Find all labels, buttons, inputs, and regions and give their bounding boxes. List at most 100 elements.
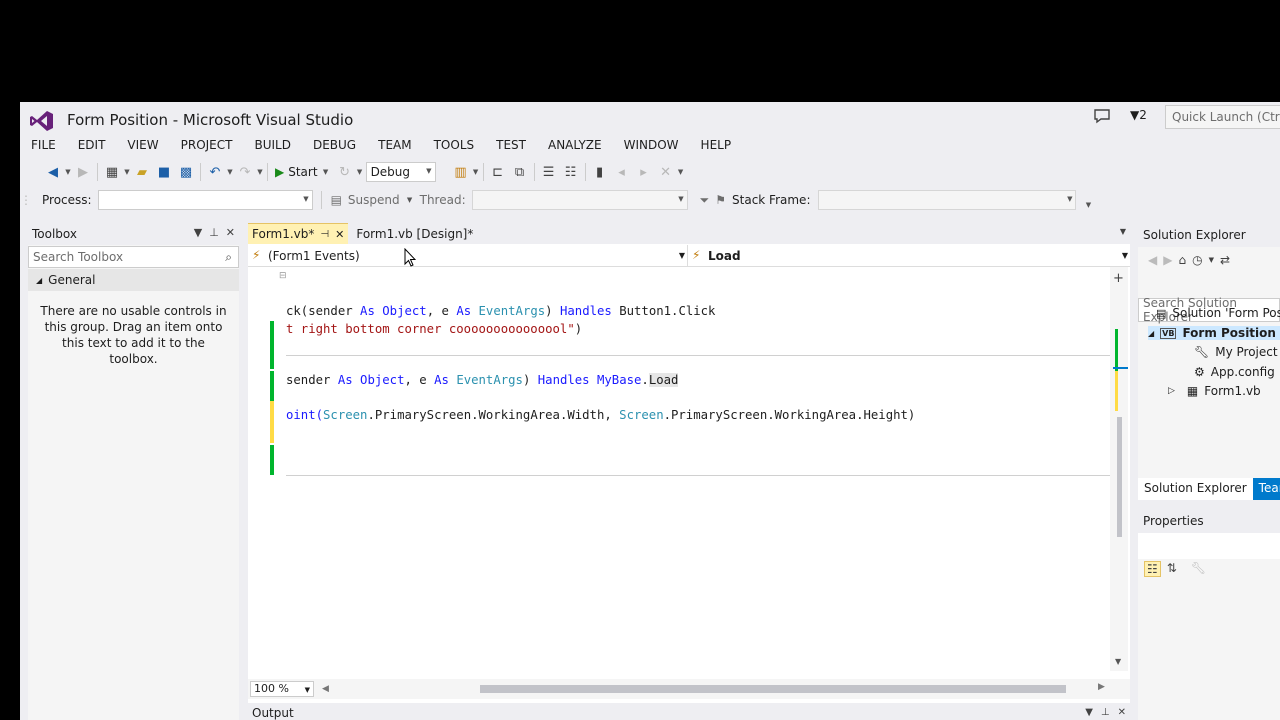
close-icon[interactable]: ✕ [335, 228, 344, 241]
stack-frame-label: Stack Frame: [732, 193, 811, 207]
refresh-icon[interactable]: ↻ [334, 161, 356, 183]
menu-build[interactable]: BUILD [243, 136, 301, 156]
clear-bookmarks-icon[interactable]: ✕ [655, 161, 677, 183]
menu-tools[interactable]: TOOLS [423, 136, 486, 156]
tab-team-explorer[interactable]: Team Explorer [1252, 478, 1280, 500]
unsaved-change-marker [270, 401, 274, 443]
toolbar-options-icon[interactable]: ▼ [1084, 201, 1092, 209]
next-bookmark-icon[interactable]: ▸ [633, 161, 655, 183]
scroll-left-icon[interactable]: ◀ [322, 684, 329, 694]
pin-icon[interactable]: ⊣ [320, 229, 329, 240]
notifications-icon[interactable] [1093, 108, 1111, 124]
flag-threads-icon[interactable]: ⚑ [715, 193, 726, 207]
feedback-filter[interactable]: ▼2 [1130, 108, 1147, 122]
scroll-thumb[interactable] [1117, 417, 1122, 537]
menu-edit[interactable]: EDIT [67, 136, 117, 156]
stack-frame-select[interactable]: ▼ [818, 190, 1077, 210]
pin-icon[interactable]: ⊥ [209, 226, 219, 239]
tab-form1-design[interactable]: Form1.vb [Design]* [348, 223, 477, 244]
members-dropdown[interactable]: ⚡ Load ▼ [688, 245, 1130, 267]
scroll-right-icon[interactable]: ▶ [1098, 682, 1105, 692]
find-in-files-icon[interactable]: ▥ [450, 161, 472, 183]
sync-icon[interactable]: ⇄ [1220, 253, 1230, 267]
close-icon[interactable]: ✕ [226, 226, 235, 239]
categorized-icon[interactable]: ☷ [1144, 561, 1161, 577]
window-position-icon[interactable]: ▼ [1085, 707, 1093, 718]
thread-select[interactable]: ▼ [471, 190, 688, 210]
tree-item-form1[interactable]: ▷ ▦ Form1.vb [1168, 384, 1261, 398]
chevron-down-icon[interactable]: ▼ [123, 168, 131, 176]
tab-form1-vb[interactable]: Form1.vb* ⊣ ✕ [248, 223, 349, 244]
properties-object-select[interactable] [1138, 533, 1280, 559]
process-select[interactable]: ▼ [97, 190, 313, 210]
open-file-icon[interactable]: ▰ [131, 161, 153, 183]
suspend-label[interactable]: Suspend [348, 193, 400, 207]
editor-vertical-scrollbar[interactable]: + ▼ [1110, 267, 1128, 671]
new-project-icon[interactable]: ▦ [101, 161, 123, 183]
menu-help[interactable]: HELP [690, 136, 743, 156]
quick-launch-input[interactable]: Quick Launch (Ctrl+Q) [1165, 105, 1280, 129]
property-pages-icon[interactable]: 🔧︎ [1191, 561, 1206, 577]
toolbox-search-input[interactable]: Search Toolbox ⌕ [28, 246, 239, 268]
tab-list-dropdown-icon[interactable]: ▼ [1120, 227, 1126, 236]
pending-changes-filter-icon[interactable]: ◷ [1192, 253, 1202, 267]
toolbox-group-general[interactable]: ◢ General [28, 269, 239, 291]
solution-config-select[interactable]: Debug ▼ [365, 162, 436, 182]
comment-icon[interactable]: ⧉ [509, 161, 531, 183]
navigate-back-icon[interactable]: ◀ [42, 161, 64, 183]
back-icon[interactable]: ◀ [1148, 253, 1157, 267]
menu-test[interactable]: TEST [485, 136, 537, 156]
bookmark-icon[interactable]: ▮ [589, 161, 611, 183]
menu-project[interactable]: PROJECT [170, 136, 244, 156]
zoom-select[interactable]: 100 % ▼ [250, 681, 314, 697]
split-window-icon[interactable]: + [1113, 271, 1124, 286]
home-icon[interactable]: ⌂ [1178, 253, 1186, 267]
menu-window[interactable]: WINDOW [613, 136, 690, 156]
horizontal-scroll-thumb[interactable] [480, 685, 1066, 693]
types-dropdown[interactable]: ⚡ (Form1 Events) ▼ [248, 245, 688, 267]
search-icon[interactable]: ⌕ [225, 250, 232, 265]
pin-icon[interactable]: ⊥ [1101, 707, 1110, 718]
save-all-icon[interactable]: ▩ [175, 161, 197, 183]
chevron-down-icon[interactable]: ▼ [1209, 256, 1214, 264]
previous-bookmark-icon[interactable]: ◂ [611, 161, 633, 183]
tab-solution-explorer[interactable]: Solution Explorer [1138, 478, 1253, 500]
tree-item-my-project[interactable]: 🔧︎ My Project [1194, 345, 1278, 359]
filter-threads-icon[interactable]: ⏷ [700, 193, 710, 208]
outdent-icon[interactable]: ☷ [560, 161, 582, 183]
start-button[interactable]: ▶ Start ▼ [271, 165, 334, 179]
undo-icon[interactable]: ↶ [204, 161, 226, 183]
chevron-down-icon[interactable]: ▼ [64, 168, 72, 176]
save-icon[interactable]: ■ [153, 161, 175, 183]
menu-debug[interactable]: DEBUG [302, 136, 367, 156]
alphabetical-icon[interactable]: ⇅ [1167, 561, 1177, 577]
navigate-forward-icon[interactable]: ▶ [72, 161, 94, 183]
menu-analyze[interactable]: ANALYZE [537, 136, 613, 156]
scroll-down-icon[interactable]: ▼ [1115, 657, 1121, 666]
chevron-down-icon[interactable]: ▼ [256, 168, 264, 176]
close-icon[interactable]: ✕ [1118, 707, 1126, 718]
chevron-down-icon[interactable]: ▼ [356, 168, 364, 176]
nav-right-value: Load [708, 249, 741, 263]
chevron-down-icon[interactable]: ▼ [406, 196, 414, 204]
code-text-view[interactable]: ⊟ ck(sender As Object, e As EventArgs) H… [268, 267, 1112, 671]
code-line: sender As Object, e As EventArgs) Handle… [286, 373, 679, 387]
chevron-down-icon[interactable]: ▼ [226, 168, 234, 176]
forward-icon[interactable]: ▶ [1163, 253, 1172, 267]
expand-arrow-icon[interactable]: ▷ [1168, 386, 1175, 396]
bookmark-toggle-icon[interactable]: ⊏ [487, 161, 509, 183]
window-position-icon[interactable]: ▼ [194, 226, 202, 239]
indent-icon[interactable]: ☰ [538, 161, 560, 183]
tree-item-solution[interactable]: ▤ Solution 'Form Position' [1156, 306, 1280, 320]
tree-item-app-config[interactable]: ⚙ App.config [1194, 365, 1275, 379]
tree-item-project[interactable]: ◢ VB Form Position [1148, 326, 1280, 340]
menu-team[interactable]: TEAM [367, 136, 422, 156]
toolbar-grip[interactable]: ⋮ [20, 193, 34, 207]
menu-file[interactable]: FILE [20, 136, 67, 156]
menu-view[interactable]: VIEW [116, 136, 169, 156]
solution-config-value: Debug [370, 165, 411, 179]
chevron-down-icon[interactable]: ▼ [472, 168, 480, 176]
redo-icon[interactable]: ↷ [234, 161, 256, 183]
outline-collapse-icon[interactable]: ⊟ [279, 271, 287, 281]
chevron-down-icon[interactable]: ▼ [677, 168, 685, 176]
